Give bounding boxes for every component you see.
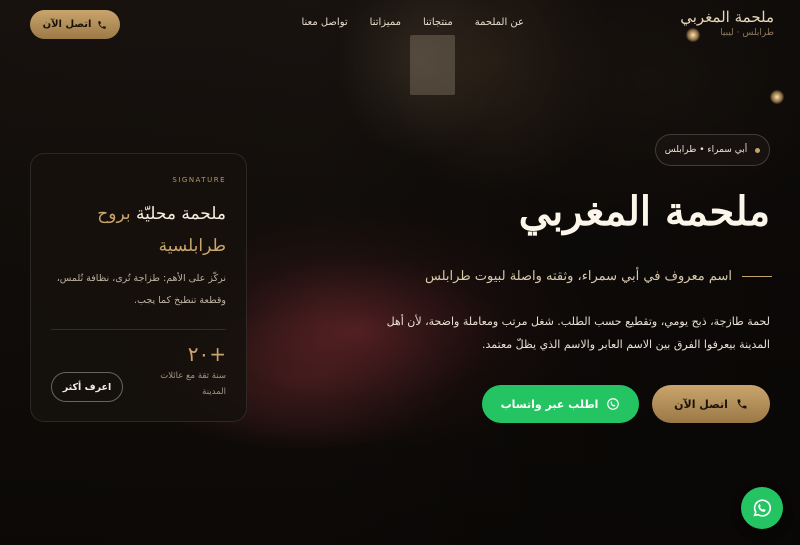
hero-subtitle-text: اسم معروف في أبي سمراء، وثقته واصلة لبيو… xyxy=(425,269,732,284)
brand-subtitle: طرابلس · ليبيا xyxy=(720,28,774,38)
location-text: أبي سمراء • طرابلس xyxy=(664,145,748,155)
call-now-label: اتصل الآن xyxy=(674,397,728,411)
card-description: نركّز على الأهم: طزاجة تُرى، نظافة تُلمس… xyxy=(56,273,226,306)
top-navigation: ملحمة المغربي طرابلس · ليبيا عن الملحمة … xyxy=(0,0,800,50)
card-title-end: طرابلسية xyxy=(158,236,226,256)
stat-number: +٢٠ xyxy=(187,342,226,366)
card-stat: +٢٠ سنة ثقة مع عائلات المدينة xyxy=(146,342,226,400)
location-dot-icon xyxy=(755,147,761,153)
card-title-highlight: بروح xyxy=(97,204,131,224)
brand-logo[interactable]: ملحمة المغربي طرابلس · ليبيا xyxy=(680,8,774,38)
card-divider xyxy=(51,329,226,330)
nav-link-contact[interactable]: تواصل معنا xyxy=(301,17,347,28)
background-light xyxy=(770,90,784,104)
location-badge: أبي سمراء • طرابلس xyxy=(655,134,770,166)
signature-card: SIGNATURE ملحمة محليّة بروح طرابلسية نرك… xyxy=(30,153,247,422)
phone-icon xyxy=(737,399,747,409)
call-now-button[interactable]: اتصل الآن xyxy=(652,385,770,423)
hero-title: ملحمة المغربي xyxy=(518,188,770,235)
nav-link-features[interactable]: مميزاتنا xyxy=(370,17,401,28)
nav-link-products[interactable]: منتجاتنا xyxy=(423,17,453,28)
card-eyebrow: SIGNATURE xyxy=(172,176,226,184)
nav-call-label: اتصل الآن xyxy=(42,19,92,30)
subtitle-divider xyxy=(742,276,772,277)
whatsapp-icon xyxy=(753,499,771,517)
whatsapp-order-label: اطلب عبر واتساب xyxy=(500,397,599,411)
hero-description: لحمة طازجة، ذبح يومي، وتقطيع حسب الطلب. … xyxy=(386,315,770,351)
nav-link-about[interactable]: عن الملحمة xyxy=(475,17,524,28)
learn-more-button[interactable]: اعرف أكثر xyxy=(51,372,123,402)
nav-call-button[interactable]: اتصل الآن xyxy=(30,10,120,39)
whatsapp-icon xyxy=(607,398,620,410)
stat-label: سنة ثقة مع عائلات المدينة xyxy=(160,371,226,397)
brand-title: ملحمة المغربي xyxy=(680,8,774,26)
phone-icon xyxy=(98,20,107,29)
nav-links: عن الملحمة منتجاتنا مميزاتنا تواصل معنا xyxy=(300,17,524,28)
hero-subtitle: اسم معروف في أبي سمراء، وثقته واصلة لبيو… xyxy=(392,269,772,284)
card-title: ملحمة محليّة بروح طرابلسية xyxy=(46,198,226,262)
whatsapp-order-button[interactable]: اطلب عبر واتساب xyxy=(482,385,639,423)
card-title-main: ملحمة محليّة xyxy=(130,204,226,224)
whatsapp-floating-button[interactable] xyxy=(741,487,783,529)
